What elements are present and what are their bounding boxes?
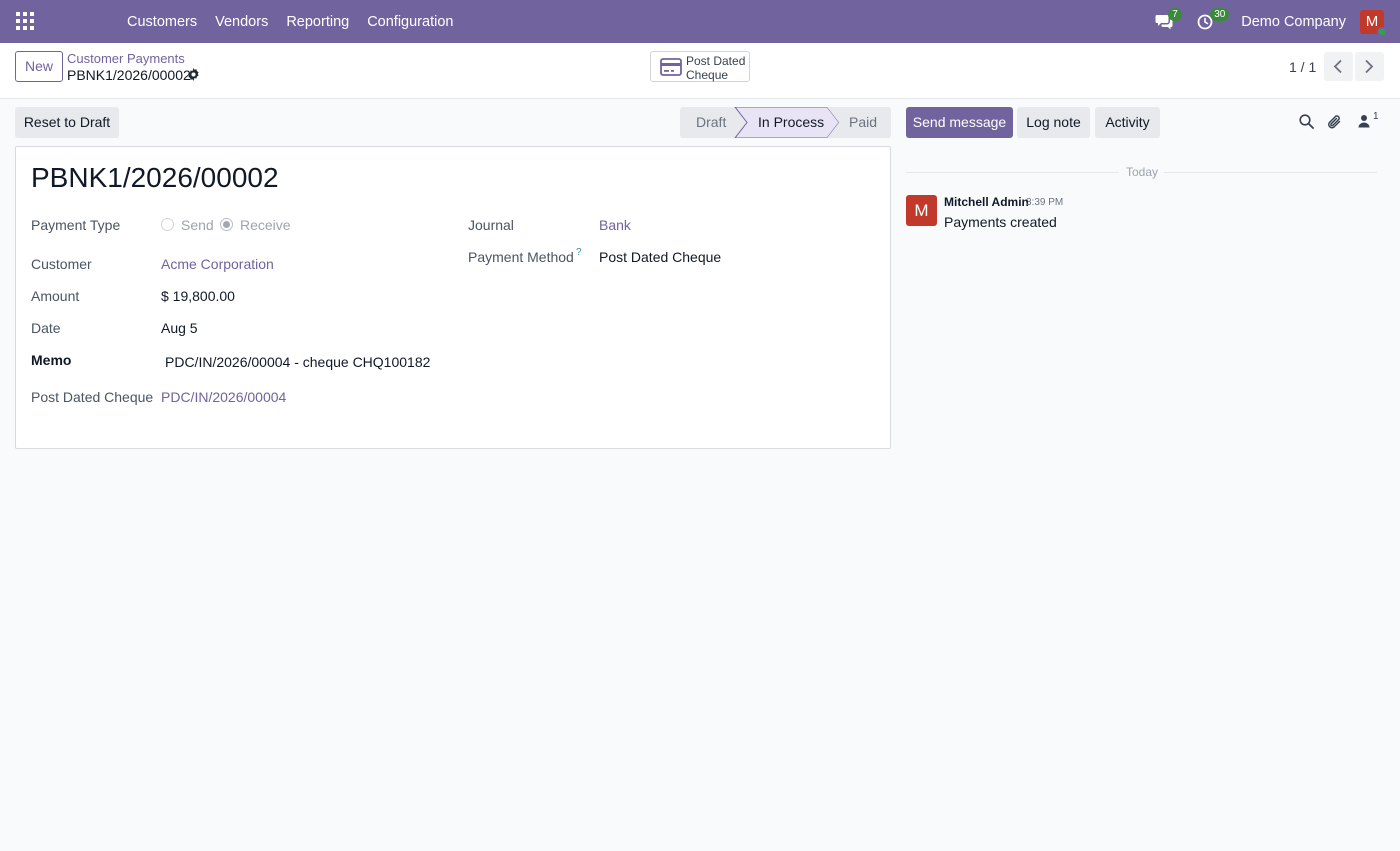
status-paid[interactable]: Paid (849, 107, 877, 138)
message-time: 3:39 PM (1026, 197, 1064, 208)
reset-to-draft-button[interactable]: Reset to Draft (15, 107, 119, 138)
credit-card-icon (660, 58, 682, 76)
send-message-button[interactable]: Send message (906, 107, 1013, 138)
new-button[interactable]: New (15, 51, 63, 82)
activities-button[interactable]: 30 (1197, 7, 1230, 34)
followers-icon[interactable] (1358, 114, 1370, 128)
status-bar: Draft In Process Paid (680, 107, 891, 138)
date-separator-line-right (1164, 172, 1377, 173)
online-status-dot (1377, 26, 1387, 37)
memo-label: Memo (31, 352, 72, 368)
memo-field[interactable]: PDC/IN/2026/00004 - cheque CHQ100182 (165, 354, 430, 370)
apps-grid-icon[interactable] (16, 12, 34, 30)
menu-vendors[interactable]: Vendors (206, 14, 277, 30)
payment-method-help-tooltip[interactable]: ? (576, 247, 582, 258)
menu-customers[interactable]: Customers (118, 14, 206, 30)
date-field[interactable]: Aug 5 (161, 320, 198, 336)
company-switcher[interactable]: Demo Company (1241, 14, 1346, 30)
messaging-button[interactable]: 7 (1155, 7, 1182, 34)
top-navbar: Customers Vendors Reporting Configuratio… (0, 0, 1400, 43)
pager-next-button[interactable] (1355, 52, 1384, 81)
navbar-systray: 7 30 Demo Company M (1155, 0, 1400, 43)
user-avatar-initial: M (1365, 12, 1379, 30)
payment-type-send-radio[interactable] (161, 218, 174, 231)
status-draft[interactable]: Draft (696, 107, 726, 138)
paperclip-icon[interactable] (1327, 114, 1342, 130)
control-panel: New Customer Payments PBNK1/2026/00002 P… (0, 43, 1400, 99)
journal-field[interactable]: Bank (599, 217, 631, 233)
amount-label: Amount (31, 288, 80, 304)
follower-count: 1 (1373, 111, 1379, 122)
main-menu: Customers Vendors Reporting Configuratio… (118, 0, 462, 43)
payment-method-label: Payment Method (468, 249, 574, 265)
menu-reporting[interactable]: Reporting (277, 14, 358, 30)
payment-type-receive-label[interactable]: Receive (240, 217, 291, 233)
search-icon[interactable] (1299, 114, 1314, 129)
messages-count-badge: 7 (1168, 7, 1182, 21)
message-body: Payments created (944, 214, 1057, 230)
smart-button-label-line1: Post Dated (686, 54, 746, 68)
user-avatar[interactable]: M (1360, 9, 1387, 37)
payment-type-label: Payment Type (31, 217, 121, 233)
message-author-avatar[interactable]: M (906, 195, 937, 226)
form-sheet: PBNK1/2026/00002 Payment Type Send Recei… (15, 146, 891, 449)
journal-label: Journal (468, 217, 514, 233)
gear-icon[interactable] (187, 68, 200, 81)
date-separator: Today (1126, 165, 1159, 179)
breadcrumb-customer-payments[interactable]: Customer Payments (67, 51, 185, 66)
post-dated-cheque-field[interactable]: PDC/IN/2026/00004 (161, 389, 286, 405)
menu-configuration[interactable]: Configuration (358, 14, 462, 30)
smart-button-label-line2: Cheque (686, 68, 729, 82)
payment-type-receive-radio[interactable] (220, 218, 233, 231)
post-dated-cheque-label: Post Dated Cheque (31, 389, 154, 405)
date-separator-line-left (906, 172, 1119, 173)
payment-type-send-label[interactable]: Send (181, 217, 214, 233)
message-author[interactable]: Mitchell Admin (944, 195, 1029, 209)
smart-button-label: Post Dated Cheque (686, 54, 745, 82)
chevron-right-icon (1365, 59, 1374, 74)
chevron-left-icon (1333, 59, 1342, 74)
record-title: PBNK1/2026/00002 (31, 162, 279, 193)
customer-field[interactable]: Acme Corporation (161, 256, 274, 272)
log-note-button[interactable]: Log note (1017, 107, 1090, 138)
activities-count-badge: 30 (1210, 7, 1230, 21)
date-label: Date (31, 320, 61, 336)
status-in-process[interactable]: In Process (758, 107, 824, 138)
pager-previous-button[interactable] (1324, 52, 1353, 81)
pager-value[interactable]: 1 / 1 (1289, 59, 1316, 75)
payment-method-field[interactable]: Post Dated Cheque (599, 249, 721, 265)
breadcrumb-current-record: PBNK1/2026/00002 (67, 67, 191, 83)
customer-label: Customer (31, 256, 92, 272)
post-dated-cheque-smart-button[interactable]: Post Dated Cheque (650, 51, 750, 82)
activity-button[interactable]: Activity (1095, 107, 1160, 138)
amount-field[interactable]: $ 19,800.00 (161, 288, 235, 304)
